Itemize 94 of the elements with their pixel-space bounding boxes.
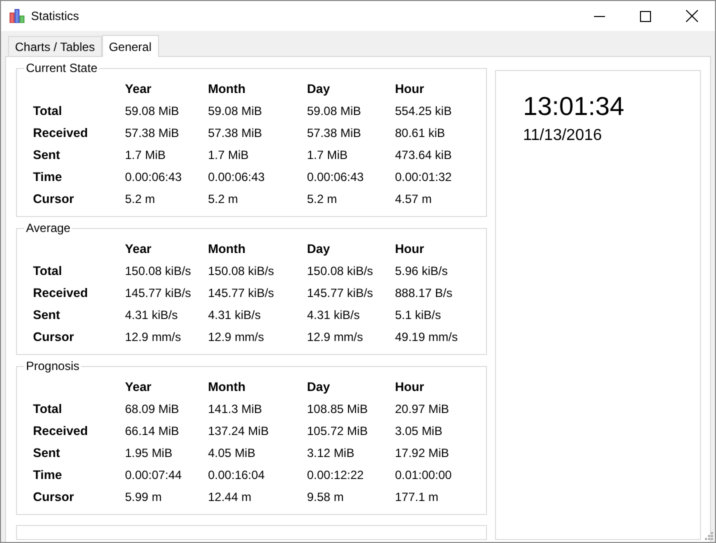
column-header: Hour — [395, 380, 426, 394]
value-text: 473.64 kiB — [395, 148, 453, 162]
value-text: 17.92 MiB — [395, 446, 450, 460]
value-text: 108.85 MiB — [307, 402, 369, 416]
value-text: 150.08 kiB/s — [307, 264, 374, 278]
value-text: 145.77 kiB/s — [208, 286, 276, 300]
close-icon[interactable] — [686, 10, 698, 22]
value-text: 177.1 m — [395, 490, 440, 504]
resize-grip-icon[interactable] — [703, 530, 713, 540]
row-label: Total — [33, 104, 63, 118]
value-text: 1.7 MiB — [125, 148, 167, 162]
value-text: 1.7 MiB — [307, 148, 349, 162]
value-text: 20.97 MiB — [395, 402, 450, 416]
value-text: 145.77 kiB/s — [125, 286, 192, 300]
value-text: 1.7 MiB — [208, 148, 250, 162]
value-text: 57.38 MiB — [307, 126, 362, 140]
value-text: 4.31 kiB/s — [208, 308, 262, 322]
value-text: 150.08 kiB/s — [208, 264, 276, 278]
row-label: Received — [33, 424, 89, 438]
tab[interactable]: General — [102, 35, 159, 57]
value-text: 0.00:06:43 — [125, 170, 183, 184]
row-label: Cursor — [33, 330, 75, 344]
row-label: Total — [33, 264, 63, 278]
value-text: 888.17 B/s — [395, 286, 454, 300]
value-text: 12.9 mm/s — [125, 330, 182, 344]
clock-date: 11/13/2016 — [523, 127, 603, 145]
value-text: 57.38 MiB — [208, 126, 264, 140]
column-header: Year — [125, 82, 152, 96]
value-text: 5.2 m — [208, 192, 240, 206]
column-header: Hour — [395, 82, 426, 96]
value-text: 4.31 kiB/s — [307, 308, 361, 322]
value-text: 105.72 MiB — [307, 424, 369, 438]
row-label: Received — [33, 126, 89, 140]
value-text: 80.61 kiB — [395, 126, 446, 140]
value-text: 137.24 MiB — [208, 424, 270, 438]
column-header: Month — [208, 82, 246, 96]
column-header: Hour — [395, 242, 426, 256]
value-text: 57.38 MiB — [125, 126, 180, 140]
value-text: 141.3 MiB — [208, 402, 264, 416]
row-label: Sent — [33, 308, 62, 322]
value-text: 66.14 MiB — [125, 424, 180, 438]
value-text: 3.12 MiB — [307, 446, 356, 460]
value-text: 150.08 kiB/s — [125, 264, 192, 278]
value-text: 5.99 m — [125, 490, 163, 504]
value-text: 59.08 MiB — [208, 104, 264, 118]
value-text: 12.9 mm/s — [208, 330, 266, 344]
row-label: Sent — [33, 148, 62, 162]
value-text: 59.08 MiB — [125, 104, 180, 118]
value-text: 5.2 m — [307, 192, 338, 206]
tab[interactable]: Charts / Tables — [8, 36, 102, 56]
column-header: Day — [307, 82, 331, 96]
value-text: 4.05 MiB — [208, 446, 256, 460]
column-header: Month — [208, 380, 246, 394]
group-title: Current State — [25, 61, 98, 75]
maximize-icon[interactable] — [640, 10, 651, 22]
value-text: 0.00:01:32 — [395, 170, 453, 184]
value-text: 554.25 kiB — [395, 104, 453, 118]
value-text: 68.09 MiB — [125, 402, 180, 416]
bar-chart-icon — [9, 9, 25, 23]
value-text: 49.19 mm/s — [395, 330, 459, 344]
value-text: 5.2 m — [125, 192, 156, 206]
value-text: 0.00:07:44 — [125, 468, 183, 482]
column-header: Day — [307, 380, 331, 394]
column-header: Year — [125, 242, 152, 256]
row-label: Cursor — [33, 192, 75, 206]
value-text: 3.05 MiB — [395, 424, 444, 438]
group-title: Average — [25, 221, 72, 235]
clock-time: 13:01:34 — [523, 91, 626, 122]
group-title: Prognosis — [25, 359, 80, 373]
row-label: Time — [33, 468, 63, 482]
value-text: 4.31 kiB/s — [125, 308, 179, 322]
value-text: 59.08 MiB — [307, 104, 362, 118]
window-title: Statistics — [31, 9, 80, 23]
row-label: Total — [33, 402, 63, 416]
value-text: 0.00:12:22 — [307, 468, 365, 482]
row-label: Received — [33, 286, 89, 300]
value-text: 0.00:06:43 — [307, 170, 365, 184]
value-text: 5.96 kiB/s — [395, 264, 449, 278]
value-text: 12.44 m — [208, 490, 252, 504]
row-label: Time — [33, 170, 63, 184]
value-text: 0.01:00:00 — [395, 468, 453, 482]
value-text: 9.58 m — [307, 490, 345, 504]
value-text: 5.1 kiB/s — [395, 308, 442, 322]
row-label: Sent — [33, 446, 62, 460]
column-header: Month — [208, 242, 246, 256]
value-text: 1.95 MiB — [125, 446, 174, 460]
column-header: Day — [307, 242, 331, 256]
row-label: Cursor — [33, 490, 75, 504]
value-text: 0.00:16:04 — [208, 468, 266, 482]
value-text: 4.57 m — [395, 192, 433, 206]
value-text: 145.77 kiB/s — [307, 286, 374, 300]
value-text: 0.00:06:43 — [208, 170, 266, 184]
column-header: Year — [125, 380, 152, 394]
value-text: 12.9 mm/s — [307, 330, 364, 344]
